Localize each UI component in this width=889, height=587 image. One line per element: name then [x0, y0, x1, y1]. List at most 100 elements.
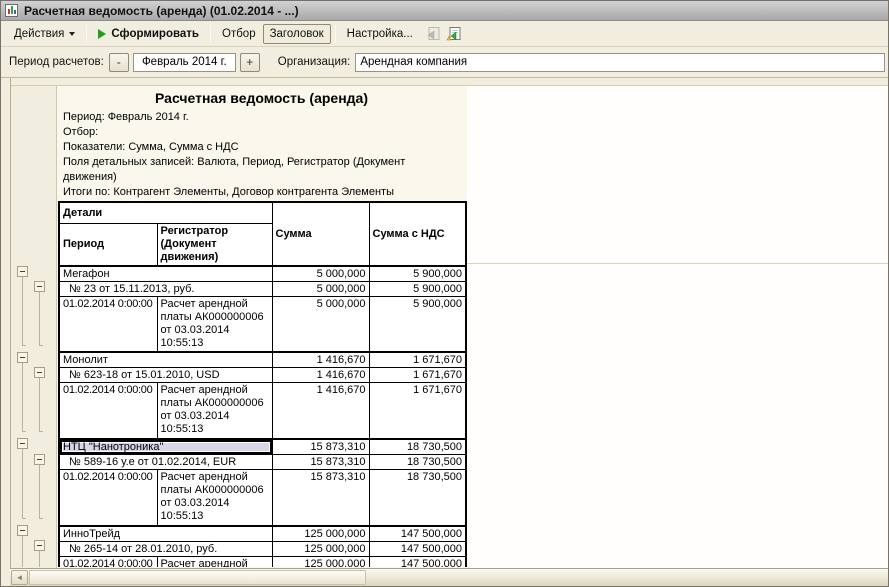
collapse-group-button[interactable] — [34, 367, 45, 378]
header-toggle-button[interactable]: Заголовок — [263, 24, 331, 44]
cell-sum[interactable]: 125 000,000 — [272, 556, 369, 567]
outline-connector-line — [39, 292, 40, 345]
window-titlebar[interactable]: Расчетная ведомость (аренда) (01.02.2014… — [1, 1, 888, 21]
cell-registrar[interactable]: Расчет арендной платы АК000000006 от 03.… — [157, 470, 272, 526]
cell-period[interactable]: 01.02.2014 0:00:00 — [59, 296, 157, 352]
cell-group-label[interactable]: НТЦ "Нанотроника" — [59, 439, 272, 455]
report-table-body: Мегафон5 000,0005 900,000 № 23 от 15.11.2… — [59, 266, 466, 568]
report-table: Детали Сумма Сумма с НДС Период Регистра… — [58, 201, 467, 567]
header-cell-sum[interactable]: Сумма — [272, 202, 369, 266]
header-cell-period[interactable]: Период — [59, 223, 157, 266]
report-meta-line: Отбор: — [63, 125, 463, 140]
cell-sum[interactable]: 1 416,670 — [272, 383, 369, 439]
collapse-group-button[interactable] — [17, 525, 28, 536]
collapse-group-button[interactable] — [17, 352, 28, 363]
cell-sum-vat[interactable]: 1 671,670 — [369, 368, 466, 383]
collapse-group-button[interactable] — [17, 266, 28, 277]
outline-connector-line — [39, 465, 40, 518]
cell-sum[interactable]: 1 416,670 — [272, 352, 369, 368]
cell-sum-vat[interactable]: 1 671,670 — [369, 383, 466, 439]
collapse-group-button[interactable] — [34, 540, 45, 551]
cell-sum-vat[interactable]: 18 730,500 — [369, 439, 466, 455]
period-field[interactable]: Февраль 2014 г. — [133, 53, 236, 72]
outline-connector-line — [39, 551, 40, 567]
report-icon — [5, 4, 18, 17]
cell-sum[interactable]: 15 873,310 — [272, 470, 369, 526]
header-cell-registrar[interactable]: Регистратор (Документ движения) — [157, 223, 272, 266]
report-title: Расчетная ведомость (аренда) — [58, 90, 465, 106]
organization-label: Организация: — [278, 56, 351, 68]
cell-sum-vat[interactable]: 18 730,500 — [369, 470, 466, 526]
window-title: Расчетная ведомость (аренда) (01.02.2014… — [24, 4, 299, 18]
settings-button[interactable]: Настройка... — [340, 24, 420, 44]
cell-sum[interactable]: 5 000,000 — [272, 281, 369, 296]
scrollbar-thumb[interactable] — [29, 570, 366, 585]
organization-field[interactable]: Арендная компания — [355, 53, 885, 72]
scroll-left-button[interactable]: ◄ — [11, 570, 28, 585]
cell-registrar[interactable]: Расчет арендной платы АК000000006 от 03.… — [157, 296, 272, 352]
period-increment-button[interactable]: + — [240, 53, 260, 72]
table-row: № 589-16 у.е от 01.02.2014, EUR15 873,31… — [59, 455, 466, 470]
table-row: 01.02.2014 0:00:00Расчет арендной платы … — [59, 296, 466, 352]
toolbar-separator — [335, 25, 336, 43]
cell-period[interactable]: 01.02.2014 0:00:00 — [59, 383, 157, 439]
report-window: Расчетная ведомость (аренда) (01.02.2014… — [0, 0, 889, 587]
outline-pane — [1, 78, 56, 567]
horizontal-scrollbar[interactable]: ◄ — [10, 568, 888, 586]
table-row: НТЦ "Нанотроника"15 873,31018 730,500 — [59, 439, 466, 455]
cell-group-label[interactable]: Мегафон — [59, 266, 272, 282]
table-row: № 265-14 от 28.01.2010, руб.125 000,0001… — [59, 541, 466, 556]
actions-menu-button[interactable]: Действия — [7, 24, 82, 44]
filter-button[interactable]: Отбор — [215, 24, 263, 44]
cell-sum-vat[interactable]: 1 671,670 — [369, 352, 466, 368]
collapse-group-button[interactable] — [17, 438, 28, 449]
collapse-group-button[interactable] — [34, 281, 45, 292]
cell-registrar[interactable]: Расчет арендной платы АК000000006 от 03.… — [157, 556, 272, 567]
chevron-down-icon — [69, 32, 75, 36]
cell-contract-label[interactable]: № 623-18 от 15.01.2010, USD — [59, 368, 272, 383]
filter-panel: Период расчетов: - Февраль 2014 г. + Орг… — [1, 47, 888, 78]
generate-button[interactable]: Сформировать — [91, 24, 206, 44]
cell-period[interactable]: 01.02.2014 0:00:00 — [59, 556, 157, 567]
cell-sum[interactable]: 5 000,000 — [272, 296, 369, 352]
cell-contract-label[interactable]: № 23 от 15.11.2013, руб. — [59, 281, 272, 296]
cell-sum[interactable]: 5 000,000 — [272, 266, 369, 282]
restore-settings-icon[interactable] — [424, 25, 441, 42]
cell-sum[interactable]: 125 000,000 — [272, 526, 369, 542]
cell-sum[interactable]: 1 416,670 — [272, 368, 369, 383]
outline-connector-line — [22, 449, 23, 518]
toolbar: Действия Сформировать Отбор Заголовок На… — [1, 21, 888, 47]
table-row: 01.02.2014 0:00:00Расчет арендной платы … — [59, 470, 466, 526]
report-meta: Период: Февраль 2014 г.Отбор:Показатели:… — [63, 110, 463, 200]
outline-connector-foot — [22, 518, 26, 519]
cell-sum[interactable]: 15 873,310 — [272, 439, 369, 455]
collapse-group-button[interactable] — [34, 454, 45, 465]
cell-sum-vat[interactable]: 147 500,000 — [369, 526, 466, 542]
period-decrement-button[interactable]: - — [109, 53, 129, 72]
cell-sum[interactable]: 15 873,310 — [272, 455, 369, 470]
table-row: ИнноТрейд125 000,000147 500,000 — [59, 526, 466, 542]
header-cell-details[interactable]: Детали — [59, 202, 272, 223]
table-row: № 623-18 от 15.01.2010, USD1 416,6701 67… — [59, 368, 466, 383]
cell-contract-label[interactable]: № 265-14 от 28.01.2010, руб. — [59, 541, 272, 556]
outline-connector-line — [39, 378, 40, 431]
cell-sum-vat[interactable]: 147 500,000 — [369, 556, 466, 567]
pane-separator — [56, 86, 57, 568]
cell-group-label[interactable]: Монолит — [59, 352, 272, 368]
sheet-background — [467, 86, 888, 568]
cell-group-label[interactable]: ИнноТрейд — [59, 526, 272, 542]
table-row: Монолит1 416,6701 671,670 — [59, 352, 466, 368]
save-settings-icon[interactable] — [445, 25, 462, 42]
cell-period[interactable]: 01.02.2014 0:00:00 — [59, 470, 157, 526]
header-cell-sum-vat[interactable]: Сумма с НДС — [369, 202, 466, 266]
cell-sum[interactable]: 125 000,000 — [272, 541, 369, 556]
cell-sum-vat[interactable]: 5 900,000 — [369, 266, 466, 282]
cell-sum-vat[interactable]: 18 730,500 — [369, 455, 466, 470]
cell-contract-label[interactable]: № 589-16 у.е от 01.02.2014, EUR — [59, 455, 272, 470]
cell-sum-vat[interactable]: 5 900,000 — [369, 281, 466, 296]
cell-registrar[interactable]: Расчет арендной платы АК000000006 от 03.… — [157, 383, 272, 439]
cell-sum-vat[interactable]: 5 900,000 — [369, 296, 466, 352]
report-meta-line: движения) — [63, 170, 463, 185]
cell-sum-vat[interactable]: 147 500,000 — [369, 541, 466, 556]
toolbar-separator — [210, 25, 211, 43]
